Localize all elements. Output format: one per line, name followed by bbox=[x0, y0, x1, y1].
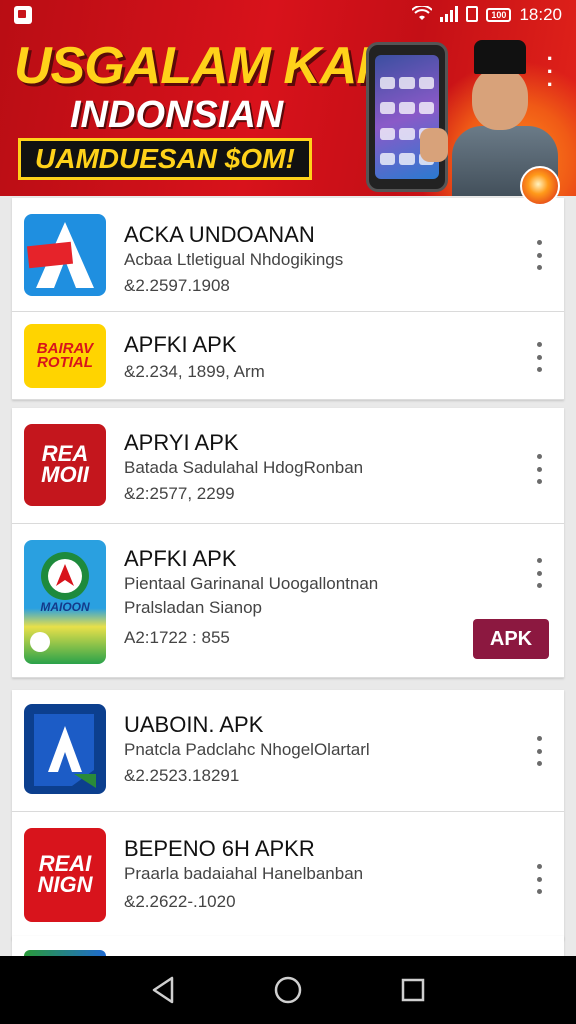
app-icon: A bbox=[24, 704, 106, 794]
home-icon[interactable] bbox=[268, 970, 308, 1010]
app-description: Pientaal Garinanal Uoogallontnan bbox=[124, 574, 379, 593]
list-item[interactable]: MAIOON APFKI APK Pientaal Garinanal Uoog… bbox=[12, 524, 564, 678]
app-meta: &2.2622-.1020 bbox=[124, 892, 236, 911]
list-item[interactable]: REA MOII APRYI APK Batada Sadulahal Hdog… bbox=[12, 408, 564, 524]
app-icon: REA MOII bbox=[24, 424, 106, 506]
back-icon[interactable] bbox=[143, 970, 183, 1010]
battery-icon: 100 bbox=[486, 8, 512, 22]
wifi-icon bbox=[411, 4, 434, 25]
app-icon-label: REAI NIGN bbox=[37, 851, 93, 897]
app-meta: &2:2577, 2299 bbox=[124, 484, 235, 503]
more-options-icon[interactable] bbox=[532, 558, 546, 588]
list-item[interactable]: A UABOIN. APK Pnatcla Padclahc NhogelOla… bbox=[12, 690, 564, 812]
app-meta: &2.2523.18291 bbox=[124, 766, 240, 785]
app-meta: &2.234, 1899, Arm bbox=[124, 362, 265, 381]
app-icon-label: REA MOII bbox=[41, 441, 89, 487]
more-options-icon[interactable] bbox=[532, 864, 546, 894]
more-options-icon[interactable] bbox=[532, 736, 546, 766]
app-description: Batada Sadulahal HdogRonban bbox=[124, 458, 364, 477]
app-icon-label: MAIOON bbox=[40, 600, 90, 614]
banner-title: USGALAM KAN bbox=[14, 37, 394, 95]
app-description: Praarla badaiahal Hanelbanban bbox=[124, 864, 364, 883]
app-icon: MAIOON bbox=[24, 540, 106, 664]
app-meta: &2.2597.1908 bbox=[124, 276, 230, 295]
app-name: APFKI APK bbox=[124, 332, 237, 357]
app-description-2: Pralsladan Sianop bbox=[124, 598, 262, 617]
app-icon: BAIRAV ROTIAL bbox=[24, 324, 106, 388]
app-icon: REAI NIGN bbox=[24, 828, 106, 922]
phone-illustration bbox=[366, 42, 448, 192]
app-name: APFKI APK bbox=[124, 546, 237, 571]
app-description: Pnatcla Padclahc NhogelOlartarl bbox=[124, 740, 370, 759]
banner-subtitle: INDONSIAN bbox=[70, 94, 284, 136]
list-item[interactable]: BAIRAV ROTIAL APFKI APK &2.234, 1899, Ar… bbox=[12, 312, 564, 400]
orb-icon bbox=[520, 166, 560, 206]
system-nav-bar bbox=[0, 956, 576, 1024]
more-options-icon[interactable] bbox=[532, 240, 546, 270]
banner-tagline: UAMDUESAN $OM! bbox=[18, 138, 312, 180]
more-options-icon[interactable] bbox=[532, 342, 546, 372]
app-description: Acbaa Ltletigual Nhdogikings bbox=[124, 250, 344, 269]
list-item[interactable]: REAI NIGN BEPENO 6H APKR Praarla badaiah… bbox=[12, 812, 564, 940]
recents-icon[interactable] bbox=[393, 970, 433, 1010]
more-options-icon[interactable] bbox=[532, 454, 546, 484]
sim-icon bbox=[466, 5, 479, 25]
apk-download-button[interactable]: APK bbox=[473, 619, 549, 659]
clock: 18:20 bbox=[519, 5, 562, 24]
signal-icon bbox=[440, 5, 459, 25]
hand-illustration bbox=[420, 128, 448, 162]
app-icon bbox=[24, 214, 106, 296]
app-list: ACKA UNDOANAN Acbaa Ltletigual Nhdogikin… bbox=[12, 198, 564, 940]
app-name: APRYI APK bbox=[124, 430, 239, 455]
app-name: BEPENO 6H APKR bbox=[124, 836, 315, 861]
list-item[interactable]: ACKA UNDOANAN Acbaa Ltletigual Nhdogikin… bbox=[12, 198, 564, 312]
more-options-icon[interactable]: · · · bbox=[547, 48, 554, 96]
app-notification-icon bbox=[14, 6, 32, 24]
app-name: ACKA UNDOANAN bbox=[124, 222, 315, 247]
list-item-partial[interactable] bbox=[12, 936, 564, 956]
app-meta: A2:1722 : 855 bbox=[124, 628, 230, 647]
app-icon-label: BAIRAV ROTIAL bbox=[36, 339, 94, 371]
app-name: UABOIN. APK bbox=[124, 712, 264, 737]
status-bar: 100 18:20 bbox=[0, 0, 576, 30]
